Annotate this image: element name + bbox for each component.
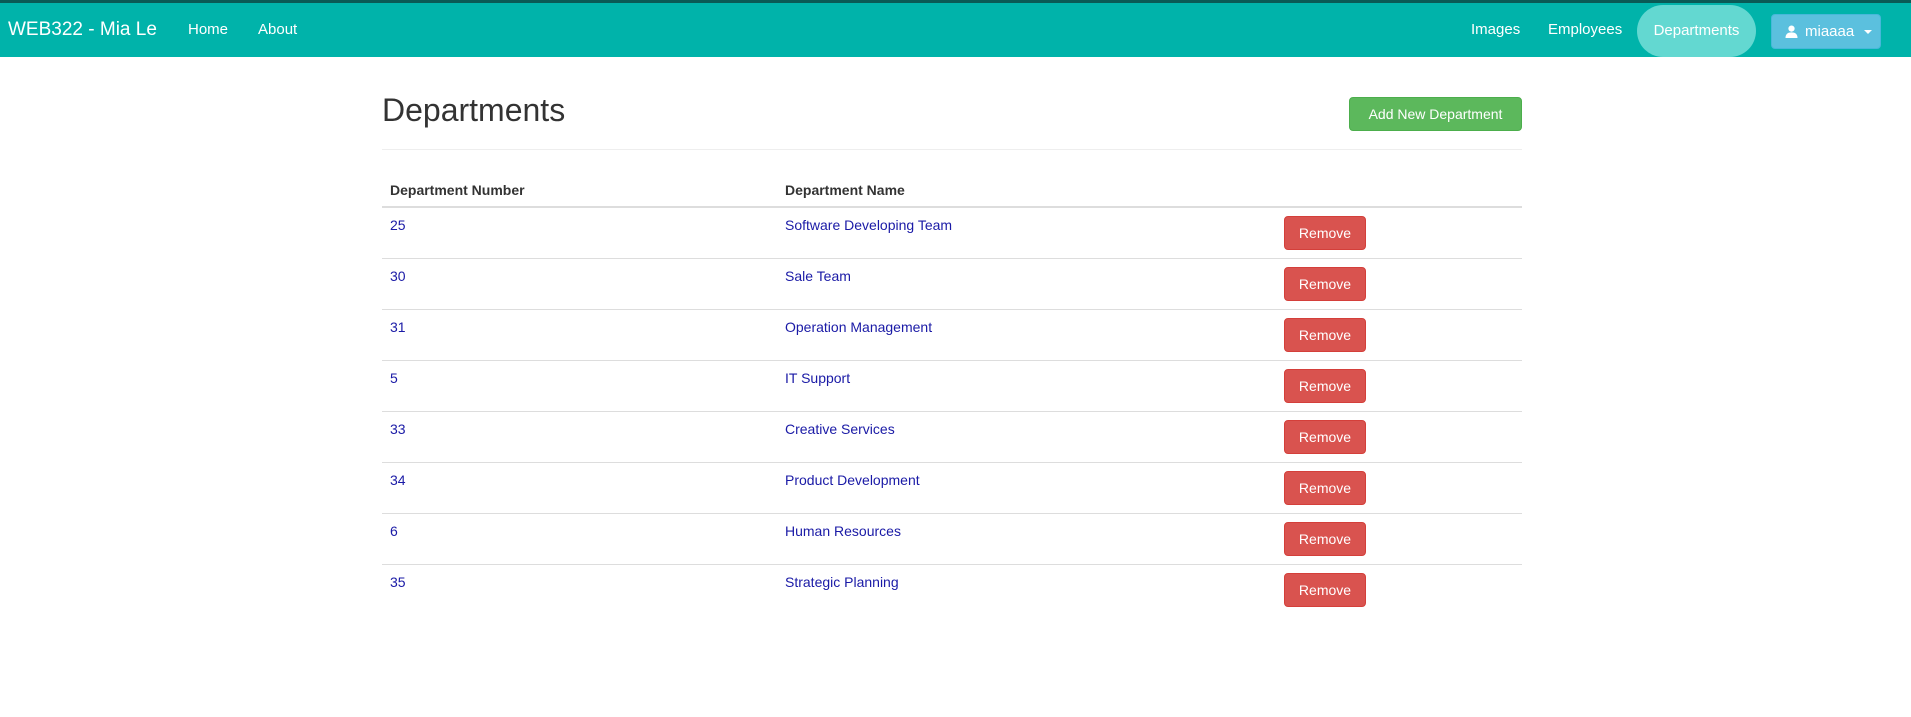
- nav-home-link[interactable]: Home: [188, 21, 228, 38]
- remove-button[interactable]: Remove: [1284, 267, 1366, 301]
- table-header: Department Number Department Name: [382, 174, 1522, 208]
- remove-button[interactable]: Remove: [1284, 522, 1366, 556]
- header-department-number: Department Number: [390, 182, 525, 198]
- table-row: 6 Human Resources Remove: [382, 514, 1522, 565]
- departments-table: Department Number Department Name 25 Sof…: [382, 174, 1522, 616]
- department-number-link[interactable]: 6: [390, 523, 398, 539]
- remove-button[interactable]: Remove: [1284, 216, 1366, 250]
- title-divider: [382, 149, 1522, 150]
- page-title: Departments: [382, 92, 566, 128]
- nav-employees-link[interactable]: Employees: [1548, 21, 1622, 38]
- caret-down-icon: [1864, 30, 1872, 34]
- top-navbar: WEB322 - Mia Le Home About Images Employ…: [0, 0, 1911, 57]
- user-menu-button[interactable]: miaaaa: [1771, 14, 1881, 49]
- department-name-link[interactable]: Sale Team: [785, 268, 851, 284]
- remove-button[interactable]: Remove: [1284, 369, 1366, 403]
- department-name-link[interactable]: IT Support: [785, 370, 850, 386]
- add-department-button[interactable]: Add New Department: [1349, 97, 1522, 131]
- remove-button[interactable]: Remove: [1284, 318, 1366, 352]
- nav-departments-link[interactable]: Departments: [1637, 5, 1756, 57]
- table-row: 34 Product Development Remove: [382, 463, 1522, 514]
- user-name: miaaaa: [1805, 23, 1855, 40]
- department-name-link[interactable]: Operation Management: [785, 319, 932, 335]
- table-row: 35 Strategic Planning Remove: [382, 565, 1522, 616]
- department-number-link[interactable]: 30: [390, 268, 406, 284]
- remove-button[interactable]: Remove: [1284, 471, 1366, 505]
- nav-images-link[interactable]: Images: [1471, 21, 1520, 38]
- brand-link[interactable]: WEB322 - Mia Le: [8, 19, 157, 41]
- table-row: 5 IT Support Remove: [382, 361, 1522, 412]
- department-number-link[interactable]: 34: [390, 472, 406, 488]
- remove-button[interactable]: Remove: [1284, 573, 1366, 607]
- department-name-link[interactable]: Strategic Planning: [785, 574, 899, 590]
- table-row: 33 Creative Services Remove: [382, 412, 1522, 463]
- user-icon: [1785, 25, 1798, 38]
- department-number-link[interactable]: 5: [390, 370, 398, 386]
- department-name-link[interactable]: Product Development: [785, 472, 920, 488]
- table-row: 31 Operation Management Remove: [382, 310, 1522, 361]
- department-number-link[interactable]: 33: [390, 421, 406, 437]
- department-name-link[interactable]: Software Developing Team: [785, 217, 952, 233]
- remove-button[interactable]: Remove: [1284, 420, 1366, 454]
- department-number-link[interactable]: 35: [390, 574, 406, 590]
- department-name-link[interactable]: Human Resources: [785, 523, 901, 539]
- table-row: 30 Sale Team Remove: [382, 259, 1522, 310]
- department-name-link[interactable]: Creative Services: [785, 421, 895, 437]
- table-row: 25 Software Developing Team Remove: [382, 208, 1522, 259]
- nav-about-link[interactable]: About: [258, 21, 297, 38]
- header-department-name: Department Name: [785, 182, 905, 198]
- department-number-link[interactable]: 31: [390, 319, 406, 335]
- department-number-link[interactable]: 25: [390, 217, 406, 233]
